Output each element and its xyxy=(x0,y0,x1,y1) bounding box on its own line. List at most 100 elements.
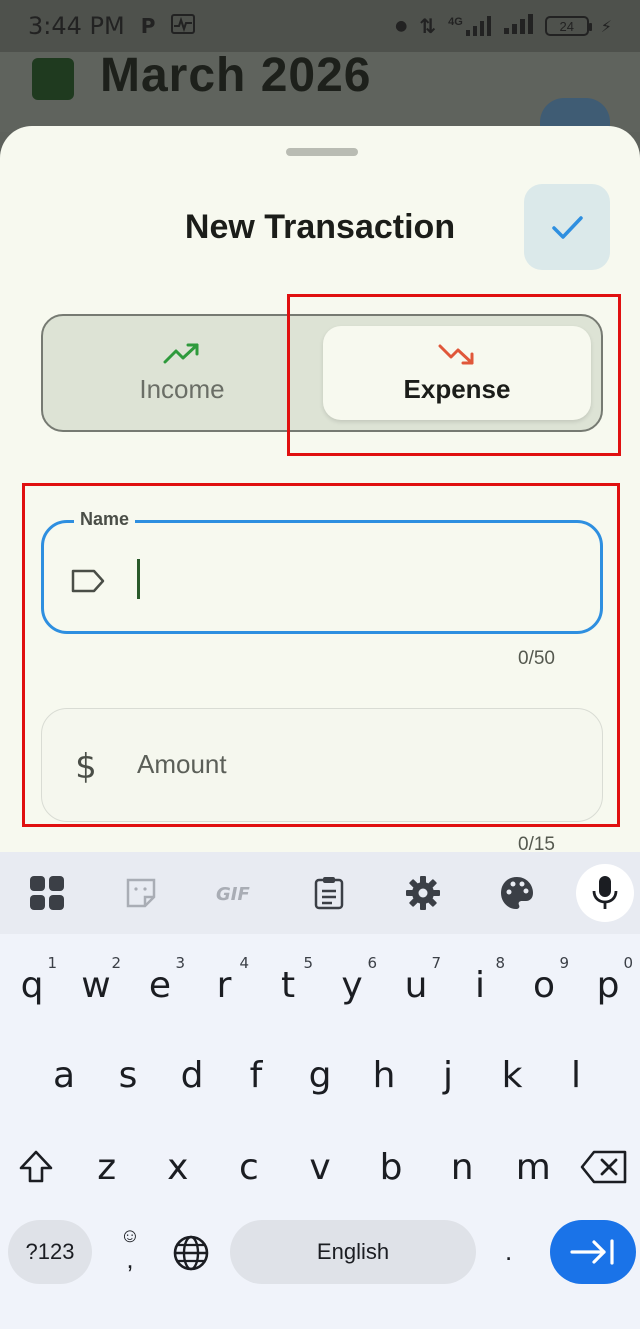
key-x[interactable]: x xyxy=(149,1130,207,1204)
soft-keyboard: GIF q1w2e3r4t5y6u7i8o9p0 asdfghjkl zxcvb… xyxy=(0,852,640,1329)
check-icon xyxy=(552,216,583,239)
globe-icon[interactable] xyxy=(172,1234,210,1277)
charging-icon: ⚡ xyxy=(600,16,612,36)
emoji-comma-key[interactable]: ☺ , xyxy=(112,1226,148,1272)
next-key[interactable] xyxy=(550,1220,636,1284)
svg-text:GIF: GIF xyxy=(216,884,250,905)
key-number-hint: 8 xyxy=(495,954,505,972)
highlight-box-expense xyxy=(287,294,621,456)
key-label: h xyxy=(372,1054,396,1096)
key-label: x xyxy=(167,1146,189,1188)
keyboard-row-3: z x c v b nm xyxy=(0,1130,640,1204)
symbols-key[interactable]: ?123 xyxy=(8,1220,92,1284)
key-c[interactable]: c xyxy=(220,1130,278,1204)
key-k[interactable]: k xyxy=(483,1038,541,1112)
key-label: t xyxy=(280,964,296,1006)
key-number-hint: 4 xyxy=(239,954,249,972)
microphone-icon[interactable] xyxy=(576,864,634,922)
key-label: p xyxy=(596,964,620,1006)
key-number-hint: 6 xyxy=(367,954,377,972)
settings-gear-icon[interactable] xyxy=(376,875,470,911)
key-q[interactable]: q1 xyxy=(3,948,61,1022)
key-h[interactable]: h xyxy=(355,1038,413,1112)
key-number-hint: 3 xyxy=(175,954,185,972)
key-label: b xyxy=(379,1146,403,1188)
confirm-button[interactable] xyxy=(524,184,610,270)
key-label: e xyxy=(148,964,172,1006)
name-field[interactable]: Name xyxy=(41,509,603,634)
data-transfer-icon: ⇅ xyxy=(419,14,437,38)
label-tag-icon xyxy=(70,563,106,599)
key-w[interactable]: w2 xyxy=(67,948,125,1022)
status-time: 3:44 PM xyxy=(28,12,125,40)
amount-field[interactable]: $ Amount xyxy=(41,708,603,822)
key-label: c xyxy=(238,1146,259,1188)
key-label: v xyxy=(309,1146,331,1188)
space-key[interactable]: English xyxy=(230,1220,476,1284)
signal-4g-icon: 4G xyxy=(448,16,491,36)
key-s[interactable]: s xyxy=(99,1038,157,1112)
name-char-counter: 0/50 xyxy=(518,648,555,669)
key-label: g xyxy=(308,1054,332,1096)
key-label: o xyxy=(532,964,556,1006)
sticker-icon[interactable] xyxy=(94,877,188,909)
signal-icon xyxy=(503,13,533,39)
key-label: k xyxy=(501,1054,523,1096)
key-r[interactable]: r4 xyxy=(195,948,253,1022)
key-i[interactable]: i8 xyxy=(451,948,509,1022)
key-t[interactable]: t5 xyxy=(259,948,317,1022)
drag-handle[interactable] xyxy=(286,148,358,156)
dot-icon: ● xyxy=(395,18,408,34)
key-label: f xyxy=(249,1054,263,1096)
tab-next-icon xyxy=(570,1239,614,1265)
key-m[interactable]: m xyxy=(504,1130,562,1204)
key-e[interactable]: e3 xyxy=(131,948,189,1022)
income-option[interactable]: Income xyxy=(43,316,321,430)
key-label: s xyxy=(118,1054,138,1096)
key-label: i xyxy=(474,964,485,1006)
key-n[interactable]: n xyxy=(433,1130,491,1204)
key-label: u xyxy=(404,964,428,1006)
key-u[interactable]: u7 xyxy=(387,948,445,1022)
text-cursor xyxy=(137,559,140,599)
key-a[interactable]: a xyxy=(35,1038,93,1112)
key-f[interactable]: f xyxy=(227,1038,285,1112)
key-b[interactable]: b xyxy=(362,1130,420,1204)
key-j[interactable]: j xyxy=(419,1038,477,1112)
shift-key[interactable] xyxy=(7,1130,65,1204)
palette-icon[interactable] xyxy=(470,875,564,911)
backspace-icon xyxy=(581,1150,627,1184)
key-d[interactable]: d xyxy=(163,1038,221,1112)
key-label: r xyxy=(216,964,232,1006)
key-number-hint: 1 xyxy=(47,954,57,972)
activity-icon xyxy=(171,13,196,39)
amount-placeholder: Amount xyxy=(137,749,227,779)
key-label: y xyxy=(341,964,363,1006)
keyboard-toolbar: GIF xyxy=(0,852,640,934)
key-g[interactable]: g xyxy=(291,1038,349,1112)
background-month-title: March 2026 xyxy=(100,49,372,102)
key-p[interactable]: p0 xyxy=(579,948,637,1022)
key-number-hint: 0 xyxy=(623,954,633,972)
key-number-hint: 5 xyxy=(303,954,313,972)
new-transaction-sheet: New Transaction Income Expense Name 0/50… xyxy=(0,126,640,856)
key-label: z xyxy=(97,1146,117,1188)
clipboard-icon[interactable] xyxy=(282,876,376,910)
key-number-hint: 9 xyxy=(559,954,569,972)
key-l[interactable]: l xyxy=(547,1038,605,1112)
key-label: a xyxy=(52,1054,76,1096)
key-v[interactable]: v xyxy=(291,1130,349,1204)
key-label: j xyxy=(442,1054,453,1096)
dollar-icon: $ xyxy=(75,747,97,787)
key-z[interactable]: z xyxy=(78,1130,136,1204)
keyboard-bottom-row: ?123 ☺ , English . xyxy=(0,1220,640,1290)
key-y[interactable]: y6 xyxy=(323,948,381,1022)
backspace-key[interactable] xyxy=(575,1130,633,1204)
income-label: Income xyxy=(139,373,225,404)
emoji-icon: ☺ xyxy=(119,1225,141,1247)
name-field-label: Name xyxy=(74,509,136,530)
apps-grid-icon[interactable] xyxy=(0,875,94,911)
key-o[interactable]: o9 xyxy=(515,948,573,1022)
gif-icon[interactable]: GIF xyxy=(188,881,282,905)
period-key[interactable]: . xyxy=(505,1236,512,1267)
